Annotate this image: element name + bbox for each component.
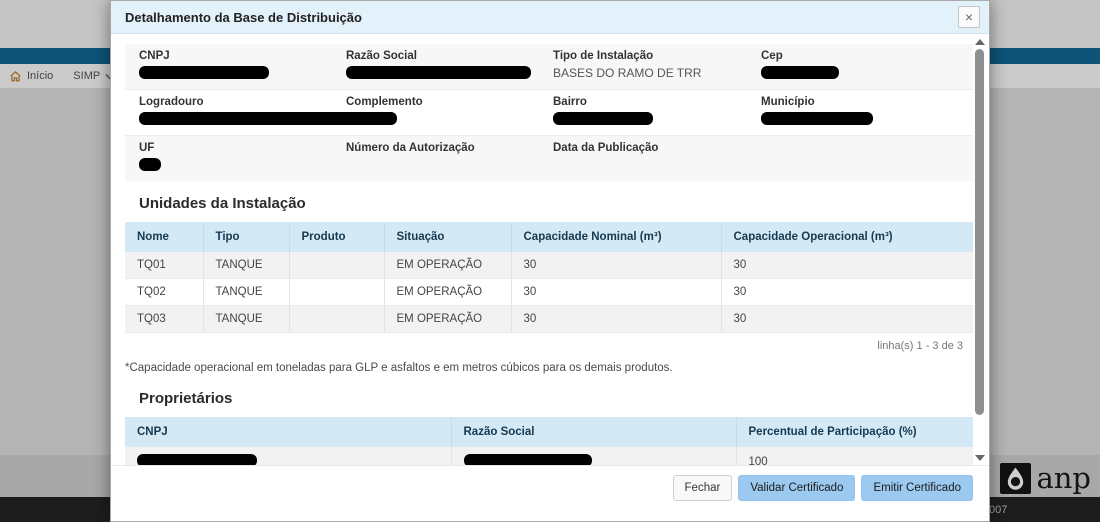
razao-social-label: Razão Social [346,50,553,62]
footer-code-text: 007 [989,504,1007,516]
detalhamento-modal: Detalhamento da Base de Distribuição × C… [110,0,990,522]
cell-tipo: TANQUE [203,306,289,333]
field-row-2: Logradouro Complemento Bairro Município [125,89,973,135]
modal-footer: Fechar Validar Certificado Emitir Certif… [111,465,989,521]
tipo-instalacao-value: BASES DO RAMO DE TRR [553,66,761,80]
anp-logo: anp [1000,463,1091,494]
field-logradouro: Logradouro [139,96,346,128]
cell-nome: TQ03 [125,306,203,333]
modal-body: CNPJ Razão Social Tipo de Instalação BAS… [111,34,989,465]
complemento-label: Complemento [346,96,553,108]
home-icon [9,70,22,83]
cell-produto [289,306,384,333]
table-row: 100 [125,447,973,465]
table-row: TQ02 TANQUE EM OPERAÇÃO 30 30 [125,279,973,306]
cell-prop-percentual: 100 [736,447,973,465]
unidades-table: Nome Tipo Produto Situação Capacidade No… [125,222,973,333]
modal-title-bar: Detalhamento da Base de Distribuição × [111,1,989,34]
uf-label: UF [139,142,346,154]
cell-nome: TQ01 [125,252,203,279]
cell-prop-razao [451,447,736,465]
field-tipo-instalacao: Tipo de Instalação BASES DO RAMO DE TRR [553,50,761,82]
field-cnpj: CNPJ [139,50,346,82]
cell-tipo: TANQUE [203,252,289,279]
validar-certificado-button[interactable]: Validar Certificado [738,475,855,501]
capacity-note: *Capacidade operacional em toneladas par… [125,362,973,374]
proprietarios-header-row: CNPJ Razão Social Percentual de Particip… [125,417,973,447]
cell-tipo: TANQUE [203,279,289,306]
col-cap-nominal: Capacidade Nominal (m³) [511,222,721,252]
cell-situacao: EM OPERAÇÃO [384,252,511,279]
proprietarios-heading: Proprietários [139,390,973,407]
numero-autorizacao-label: Número da Autorização [346,142,553,154]
field-uf: UF [139,142,346,174]
nav-item-inicio[interactable]: Início [9,70,53,83]
field-data-publicacao: Data da Publicação [553,142,761,174]
cell-cap-operacional: 30 [721,279,973,306]
field-complemento: Complemento [346,96,553,128]
unidades-heading: Unidades da Instalação [139,195,973,212]
scroll-up-icon[interactable] [975,39,985,45]
nav-item-simp[interactable]: SIMP [73,70,115,82]
cep-label: Cep [761,50,973,62]
table-row: TQ01 TANQUE EM OPERAÇÃO 30 30 [125,252,973,279]
nav-simp-label: SIMP [73,70,100,82]
modal-title: Detalhamento da Base de Distribuição [125,10,362,25]
col-tipo: Tipo [203,222,289,252]
cell-prop-cnpj [125,447,451,465]
col-nome: Nome [125,222,203,252]
modal-scrollbar[interactable] [973,35,986,465]
redacted-value [761,66,839,79]
fechar-button[interactable]: Fechar [673,475,733,501]
municipio-label: Município [761,96,973,108]
cell-cap-nominal: 30 [511,279,721,306]
data-publicacao-label: Data da Publicação [553,142,761,154]
cell-nome: TQ02 [125,279,203,306]
logradouro-label: Logradouro [139,96,346,108]
cell-cap-nominal: 30 [511,252,721,279]
scrollbar-thumb[interactable] [975,49,984,415]
field-bairro: Bairro [553,96,761,128]
col-situacao: Situação [384,222,511,252]
table-row: TQ03 TANQUE EM OPERAÇÃO 30 30 [125,306,973,333]
tipo-instalacao-label: Tipo de Instalação [553,50,761,62]
cnpj-label: CNPJ [139,50,346,62]
emitir-certificado-button[interactable]: Emitir Certificado [861,475,973,501]
cell-cap-operacional: 30 [721,306,973,333]
nav-inicio-label: Início [27,70,53,82]
cell-cap-operacional: 30 [721,252,973,279]
redacted-value [464,454,592,465]
redacted-value [137,454,257,465]
col-prop-cnpj: CNPJ [125,417,451,447]
col-prop-percentual: Percentual de Participação (%) [736,417,973,447]
anp-drop-icon [1000,463,1031,494]
cell-situacao: EM OPERAÇÃO [384,306,511,333]
field-cep: Cep [761,50,973,82]
close-icon[interactable]: × [958,6,980,28]
pagination-text: linha(s) 1 - 3 de 3 [125,340,963,352]
cell-produto [289,279,384,306]
redacted-value [346,66,531,79]
bairro-label: Bairro [553,96,761,108]
scroll-down-icon[interactable] [975,455,985,461]
field-row-3: UF Número da Autorização Data da Publica… [125,135,973,181]
field-numero-autorizacao: Número da Autorização [346,142,553,174]
col-prop-razao: Razão Social [451,417,736,447]
cell-cap-nominal: 30 [511,306,721,333]
col-produto: Produto [289,222,384,252]
field-municipio: Município [761,96,973,128]
unidades-header-row: Nome Tipo Produto Situação Capacidade No… [125,222,973,252]
redacted-value [139,66,269,79]
cell-situacao: EM OPERAÇÃO [384,279,511,306]
proprietarios-table: CNPJ Razão Social Percentual de Particip… [125,417,973,465]
field-razao-social: Razão Social [346,50,553,82]
redacted-value [139,158,161,171]
cell-produto [289,252,384,279]
anp-logo-text: anp [1036,464,1091,493]
field-row-1: CNPJ Razão Social Tipo de Instalação BAS… [125,44,973,89]
redacted-value [761,112,873,125]
redacted-value [553,112,653,125]
col-cap-operacional: Capacidade Operacional (m³) [721,222,973,252]
